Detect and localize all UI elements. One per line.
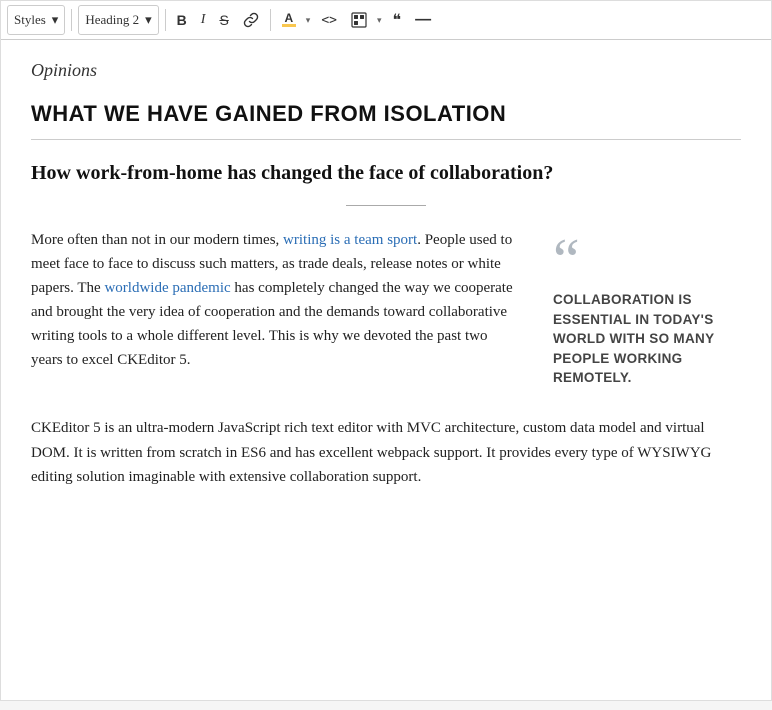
insert-arrow: ▾	[377, 15, 382, 26]
doc-title: WHAT WE HAVE GAINED FROM ISOLATION	[31, 101, 741, 140]
link2[interactable]: worldwide pandemic	[104, 280, 230, 296]
code-label: <>	[321, 13, 337, 28]
code-button[interactable]: <>	[316, 6, 342, 34]
divider-2	[165, 9, 166, 31]
heading-label: Heading 2	[85, 12, 139, 28]
doc-category: Opinions	[31, 60, 741, 81]
editor-content[interactable]: Opinions WHAT WE HAVE GAINED FROM ISOLAT…	[1, 40, 771, 700]
bold-label: B	[177, 12, 187, 28]
highlight-arrow: ▾	[306, 15, 311, 26]
bold-button[interactable]: B	[172, 6, 192, 34]
highlight-dropdown[interactable]: ▾	[302, 6, 313, 34]
highlight-button[interactable]: A	[277, 6, 301, 34]
highlight-icon: A	[282, 13, 296, 27]
heading-arrow: ▾	[145, 12, 152, 28]
heading-dropdown[interactable]: Heading 2 ▾	[78, 5, 158, 35]
hrule-label: —	[415, 11, 431, 29]
styles-arrow: ▾	[52, 12, 59, 28]
hrule-button[interactable]: —	[410, 6, 436, 34]
pullquote-text: COLLABORATION IS ESSENTIAL IN TODAY'S WO…	[553, 290, 729, 388]
insert-icon	[351, 12, 367, 28]
para1-before-link1: More often than not in our modern times,	[31, 232, 283, 248]
blockquote-button[interactable]: ❝	[388, 6, 407, 34]
insert-group: ▾	[346, 6, 384, 34]
body-text-2: CKEditor 5 is an ultra-modern JavaScript…	[31, 416, 741, 490]
styles-dropdown[interactable]: Styles ▾	[7, 5, 65, 35]
styles-label: Styles	[14, 12, 46, 28]
editor-wrapper: Styles ▾ Heading 2 ▾ B I S	[0, 0, 772, 701]
link-button[interactable]	[238, 6, 264, 34]
strikethrough-button[interactable]: S	[214, 6, 233, 34]
italic-label: I	[201, 12, 206, 28]
insert-button[interactable]	[346, 6, 372, 34]
content-flex: More often than not in our modern times,…	[31, 228, 741, 396]
strikethrough-label: S	[219, 12, 228, 28]
subtitle-divider	[346, 205, 426, 206]
toolbar: Styles ▾ Heading 2 ▾ B I S	[1, 1, 771, 40]
pullquote: “ COLLABORATION IS ESSENTIAL IN TODAY'S …	[541, 228, 741, 396]
divider-1	[71, 9, 72, 31]
divider-3	[270, 9, 271, 31]
highlight-group: A ▾	[277, 6, 313, 34]
link-icon	[243, 12, 259, 28]
blockquote-icon: ❝	[393, 10, 402, 30]
italic-button[interactable]: I	[196, 6, 211, 34]
doc-subtitle: How work-from-home has changed the face …	[31, 162, 741, 185]
body-text-1: More often than not in our modern times,…	[31, 228, 517, 372]
insert-dropdown[interactable]: ▾	[373, 6, 384, 34]
pullquote-mark: “	[553, 236, 729, 284]
link1[interactable]: writing is a team sport	[283, 232, 417, 248]
